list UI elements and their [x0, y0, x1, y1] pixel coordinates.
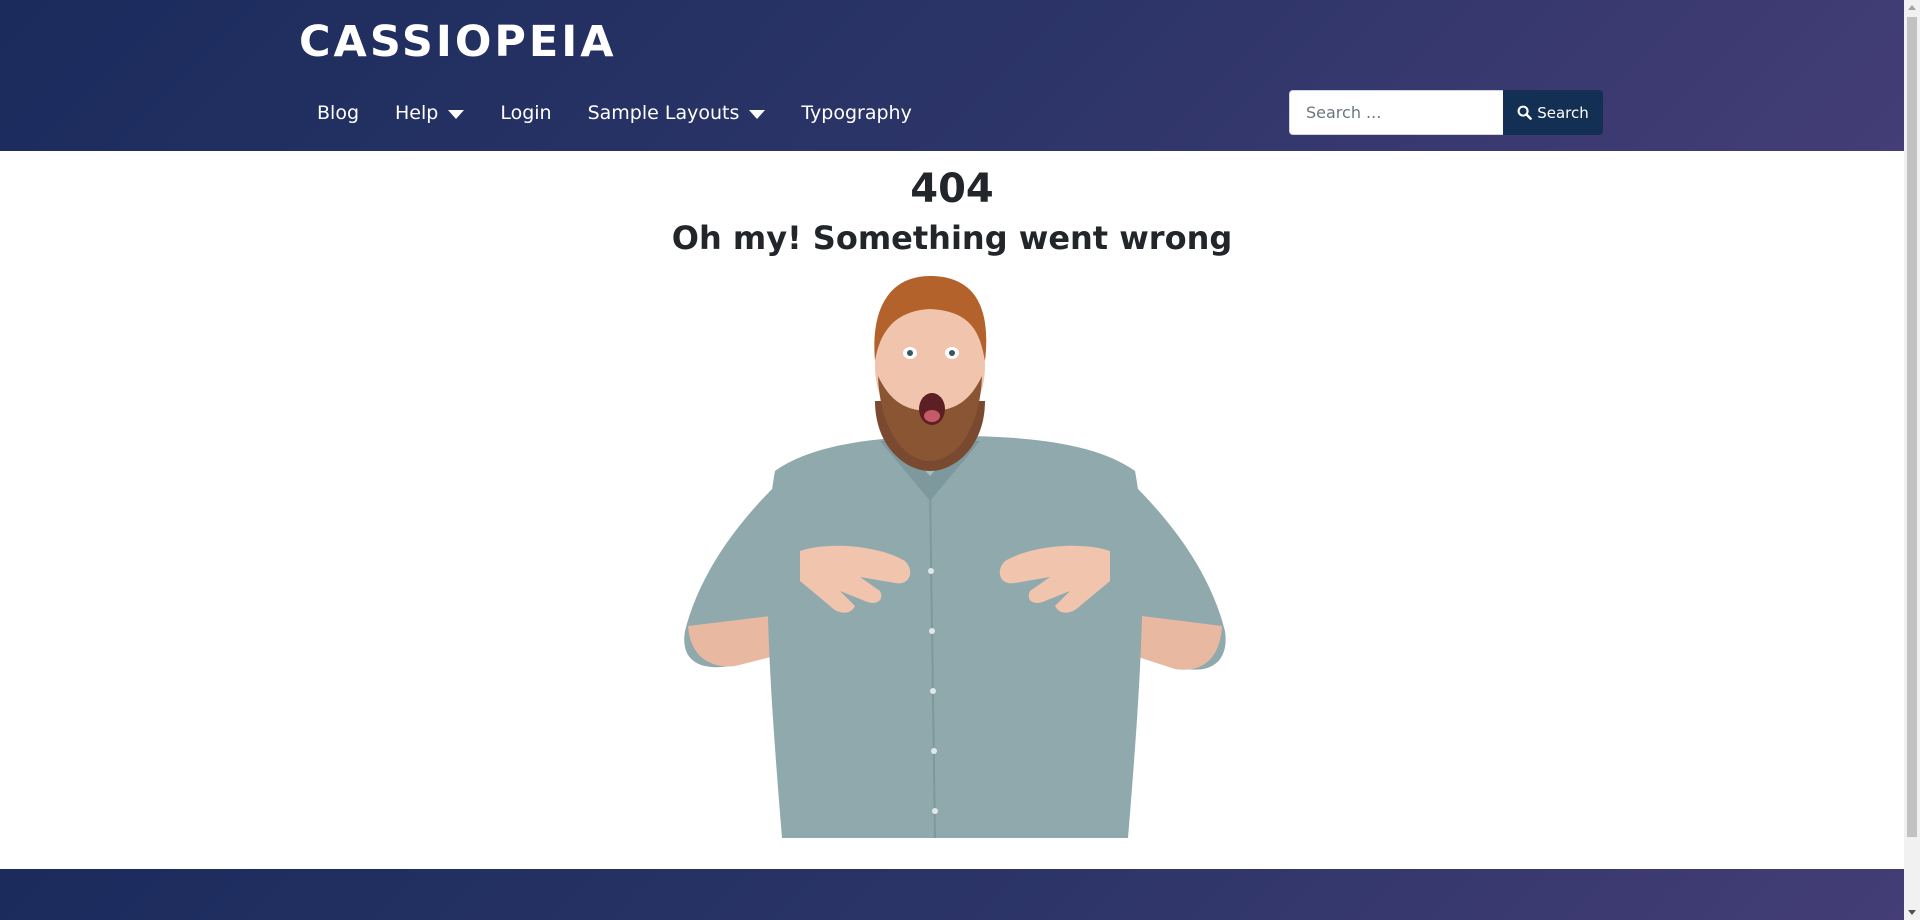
nav-item-label: Blog [317, 102, 359, 124]
caret-down-icon [749, 109, 766, 119]
nav-item-help[interactable]: Help [377, 90, 482, 136]
main-content: 404 Oh my! Something went wrong [0, 151, 1904, 869]
error-code: 404 [910, 166, 994, 212]
scroll-up-arrow-icon[interactable] [1908, 5, 1916, 10]
site-footer [0, 869, 1904, 920]
nav-item-login[interactable]: Login [482, 90, 569, 136]
scrollbar-thumb[interactable] [1907, 17, 1917, 837]
nav-item-sample-layouts[interactable]: Sample Layouts [570, 90, 784, 136]
search-form: Search [1289, 90, 1603, 135]
scroll-down-arrow-icon[interactable] [1908, 910, 1916, 915]
error-title: Oh my! Something went wrong [671, 219, 1233, 257]
surprised-man-image [684, 276, 1226, 838]
brand-logo[interactable]: CASSIOPEIA [299, 14, 617, 70]
nav-item-label: Typography [801, 102, 912, 124]
vertical-scrollbar[interactable] [1904, 0, 1920, 920]
main-nav: Blog Help Login Sample Layouts Typograph… [299, 90, 930, 136]
nav-item-label: Help [395, 102, 439, 124]
page: CASSIOPEIA Blog Help Login Sample Layout… [0, 0, 1904, 920]
nav-item-blog[interactable]: Blog [299, 90, 377, 136]
caret-down-icon [448, 109, 465, 119]
nav-item-label: Login [500, 102, 552, 124]
search-button-label: Search [1537, 103, 1589, 122]
search-button[interactable]: Search [1503, 90, 1603, 135]
nav-item-typography[interactable]: Typography [783, 90, 929, 136]
search-input[interactable] [1289, 90, 1503, 135]
search-icon [1517, 105, 1533, 120]
nav-item-label: Sample Layouts [587, 102, 740, 124]
site-header: CASSIOPEIA Blog Help Login Sample Layout… [0, 0, 1904, 151]
